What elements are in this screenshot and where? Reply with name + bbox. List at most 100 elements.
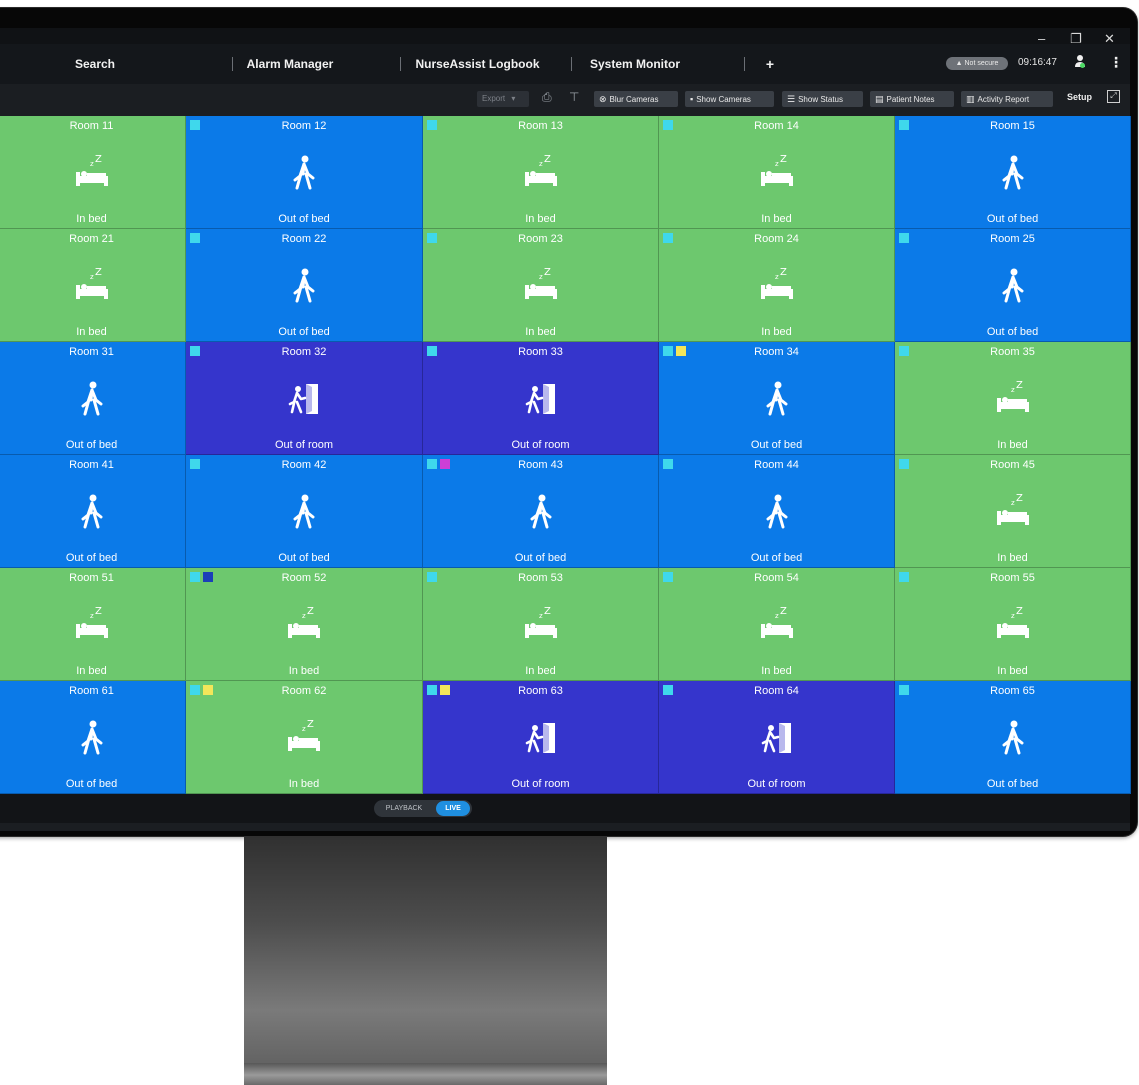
activity-report-button[interactable]: ▥ Activity Report — [961, 91, 1053, 107]
room-name: Room 13 — [518, 120, 563, 132]
svg-text:z: z — [775, 612, 779, 620]
svg-text:z: z — [90, 273, 94, 281]
tab-system-monitor[interactable]: System Monitor — [570, 44, 700, 84]
tab-nurseassist-logbook[interactable]: NurseAssist Logbook — [410, 44, 545, 84]
room-name: Room 15 — [990, 120, 1035, 132]
room-status: In bed — [525, 213, 556, 225]
svg-text:Z: Z — [780, 154, 787, 165]
room-name: Room 35 — [990, 346, 1035, 358]
room-name: Room 51 — [69, 572, 114, 584]
room-tile[interactable]: Room 24 z Z In bed — [659, 229, 895, 342]
room-tile[interactable]: Room 23 z Z In bed — [423, 229, 659, 342]
export-dropdown[interactable]: Export ▾ — [477, 91, 529, 107]
setup-button[interactable]: Setup — [1067, 92, 1092, 102]
room-tile[interactable]: Room 22 Out of bed — [186, 229, 423, 342]
room-tile[interactable]: Room 53 z Z In bed — [423, 568, 659, 681]
room-name: Room 61 — [69, 685, 114, 697]
user-icon[interactable] — [1074, 54, 1088, 71]
svg-text:z: z — [1011, 499, 1015, 507]
room-name: Room 55 — [990, 572, 1035, 584]
room-name: Room 12 — [281, 120, 327, 132]
room-status: Out of room — [274, 439, 334, 451]
room-status: Out of bed — [278, 213, 330, 225]
room-tile[interactable]: Room 64 Out of room — [659, 681, 895, 794]
room-name: Room 11 — [69, 120, 114, 132]
room-tile[interactable]: Room 55 z Z In bed — [895, 568, 1131, 681]
room-status: Out of bed — [986, 778, 1039, 790]
room-name: Room 34 — [754, 346, 799, 358]
bed-sleep-icon: zZ — [519, 152, 563, 196]
room-status: Out of bed — [514, 552, 567, 564]
room-tile[interactable]: Room 32 Out of room — [186, 342, 423, 455]
room-status: Out of room — [747, 778, 806, 790]
bed-sleep-icon: zZ — [519, 265, 563, 309]
svg-text:z: z — [775, 273, 779, 281]
room-name: Room 65 — [990, 685, 1035, 697]
room-status: Out of bed — [278, 326, 330, 338]
room-status: In bed — [525, 665, 556, 677]
room-tile[interactable]: Room 52 z Z In bed — [186, 568, 423, 681]
room-status: In bed — [76, 326, 107, 338]
room-tile[interactable]: Room 51 z Z In bed — [0, 568, 186, 681]
room-tile[interactable]: Room 14 z Z In bed — [659, 116, 895, 229]
svg-text:Z: Z — [95, 606, 102, 617]
room-name: Room 43 — [518, 459, 563, 471]
playback-live-toggle[interactable]: PLAYBACK LIVE — [374, 800, 472, 817]
live-button[interactable]: LIVE — [436, 801, 470, 816]
svg-text:z: z — [539, 273, 543, 281]
room-tile[interactable]: Room 54 z Z In bed — [659, 568, 895, 681]
room-tile[interactable]: Room 25 Out of bed — [895, 229, 1131, 342]
exit-door-icon — [755, 717, 799, 761]
new-tab-button[interactable]: + — [755, 44, 785, 84]
room-tile[interactable]: Room 65 Out of bed — [895, 681, 1131, 794]
room-name: Room 32 — [281, 346, 327, 358]
blur-cameras-button[interactable]: ⊗ Blur Cameras — [594, 91, 678, 107]
room-tile[interactable]: Room 13 z Z In bed — [423, 116, 659, 229]
room-status: In bed — [997, 552, 1028, 564]
room-status: In bed — [997, 665, 1028, 677]
room-tile[interactable]: Room 63 Out of room — [423, 681, 659, 794]
room-tile[interactable]: Room 35 z Z In bed — [895, 342, 1131, 455]
room-tile[interactable]: Room 11 z Z In bed — [0, 116, 186, 229]
bed-sleep-icon: zZ — [70, 604, 114, 648]
room-status: Out of bed — [278, 552, 330, 564]
svg-text:z: z — [1011, 612, 1015, 620]
room-tile[interactable]: Room 31 Out of bed — [0, 342, 186, 455]
playback-button[interactable]: PLAYBACK — [374, 800, 434, 817]
fullscreen-icon[interactable]: ⤢ — [1107, 90, 1120, 103]
svg-text:z: z — [1011, 386, 1015, 394]
print-icon[interactable]: ⎙ — [542, 90, 552, 105]
room-tile[interactable]: Room 21 z Z In bed — [0, 229, 186, 342]
toolbar: Export ▾ ⎙ ⊤ ⊗ Blur Cameras ▪ Show Cameras… — [0, 84, 1130, 114]
svg-text:Z: Z — [544, 267, 551, 278]
svg-text:z: z — [302, 725, 306, 733]
patient-notes-button[interactable]: ▤ Patient Notes — [870, 91, 954, 107]
svg-text:Z: Z — [1016, 606, 1023, 617]
room-tile[interactable]: Room 41 Out of bed — [0, 455, 186, 568]
svg-text:z: z — [775, 160, 779, 168]
room-tile[interactable]: Room 45 z Z In bed — [895, 455, 1131, 568]
room-name: Room 22 — [281, 233, 327, 245]
room-name: Room 33 — [518, 346, 563, 358]
activity-report-label: Activity Report — [977, 95, 1030, 104]
room-tile[interactable]: Room 62 z Z In bed — [186, 681, 423, 794]
more-options-icon[interactable]: ⋮ — [1109, 54, 1123, 71]
blur-cameras-label: Blur Cameras — [609, 95, 659, 104]
filter-icon[interactable]: ⊤ — [569, 90, 579, 104]
show-status-button[interactable]: ☰ Show Status — [782, 91, 863, 107]
tab-divider — [744, 57, 745, 71]
walking-person-icon — [991, 717, 1035, 761]
room-tile[interactable]: Room 61 Out of bed — [0, 681, 186, 794]
room-tile[interactable]: Room 34 Out of bed — [659, 342, 895, 455]
room-status: Out of bed — [986, 326, 1039, 338]
show-cameras-button[interactable]: ▪ Show Cameras — [685, 91, 774, 107]
room-tile[interactable]: Room 15 Out of bed — [895, 116, 1131, 229]
room-tile[interactable]: Room 44 Out of bed — [659, 455, 895, 568]
not-secure-badge[interactable]: ▲ Not secure — [946, 57, 1008, 70]
room-tile[interactable]: Room 12 Out of bed — [186, 116, 423, 229]
tab-search[interactable]: Search — [30, 44, 160, 84]
room-tile[interactable]: Room 33 Out of room — [423, 342, 659, 455]
room-tile[interactable]: Room 43 Out of bed — [423, 455, 659, 568]
room-tile[interactable]: Room 42 Out of bed — [186, 455, 423, 568]
tab-alarm-manager[interactable]: Alarm Manager — [225, 44, 355, 84]
